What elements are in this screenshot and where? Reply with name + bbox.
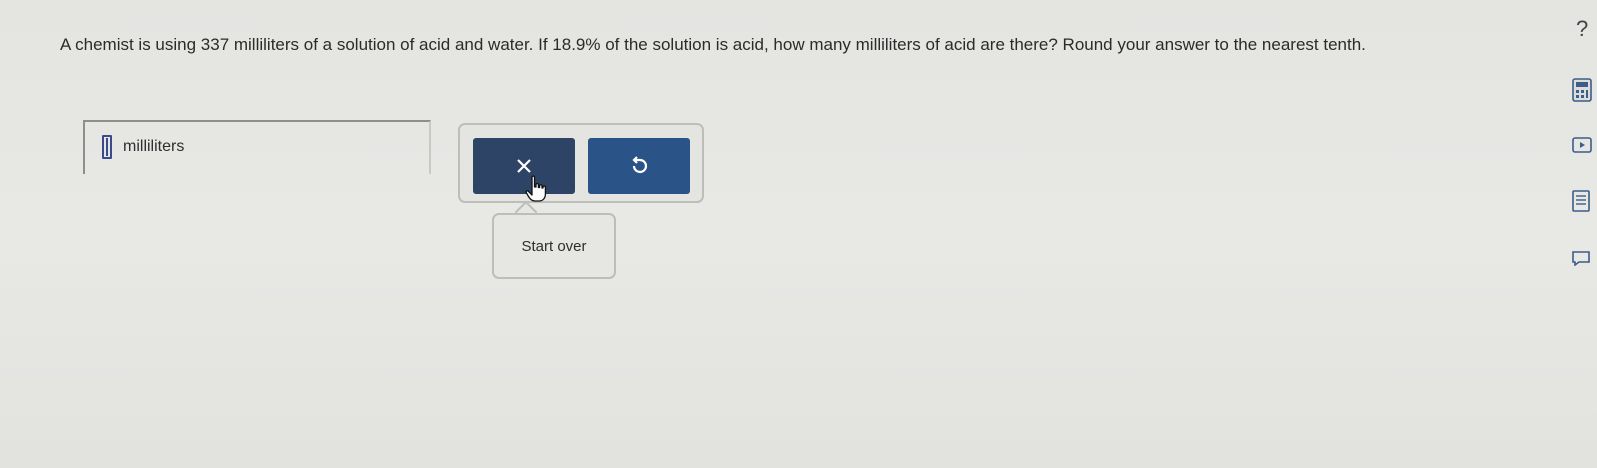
question-text: A chemist is using 337 milliliters of a … xyxy=(60,35,1366,54)
message-icon[interactable] xyxy=(1572,250,1590,266)
close-icon xyxy=(517,159,531,173)
unit-label: milliliters xyxy=(123,138,185,155)
action-button-panel xyxy=(458,123,704,203)
calculator-icon[interactable] xyxy=(1572,78,1592,102)
undo-button[interactable] xyxy=(588,138,690,194)
book-icon[interactable] xyxy=(1572,190,1590,212)
hand-pointer-icon xyxy=(525,175,547,202)
undo-icon xyxy=(632,156,648,174)
help-icon[interactable]: ? xyxy=(1576,16,1588,42)
right-sidebar: ? xyxy=(1562,0,1597,468)
start-over-tooltip: Start over xyxy=(492,213,616,279)
input-cursor-icon[interactable] xyxy=(102,135,112,159)
clear-button[interactable] xyxy=(473,138,575,194)
answer-input-area[interactable]: milliliters xyxy=(83,120,431,174)
page: A chemist is using 337 milliliters of a … xyxy=(0,0,1597,468)
tooltip-label: Start over xyxy=(521,237,587,255)
video-icon[interactable] xyxy=(1572,137,1592,153)
